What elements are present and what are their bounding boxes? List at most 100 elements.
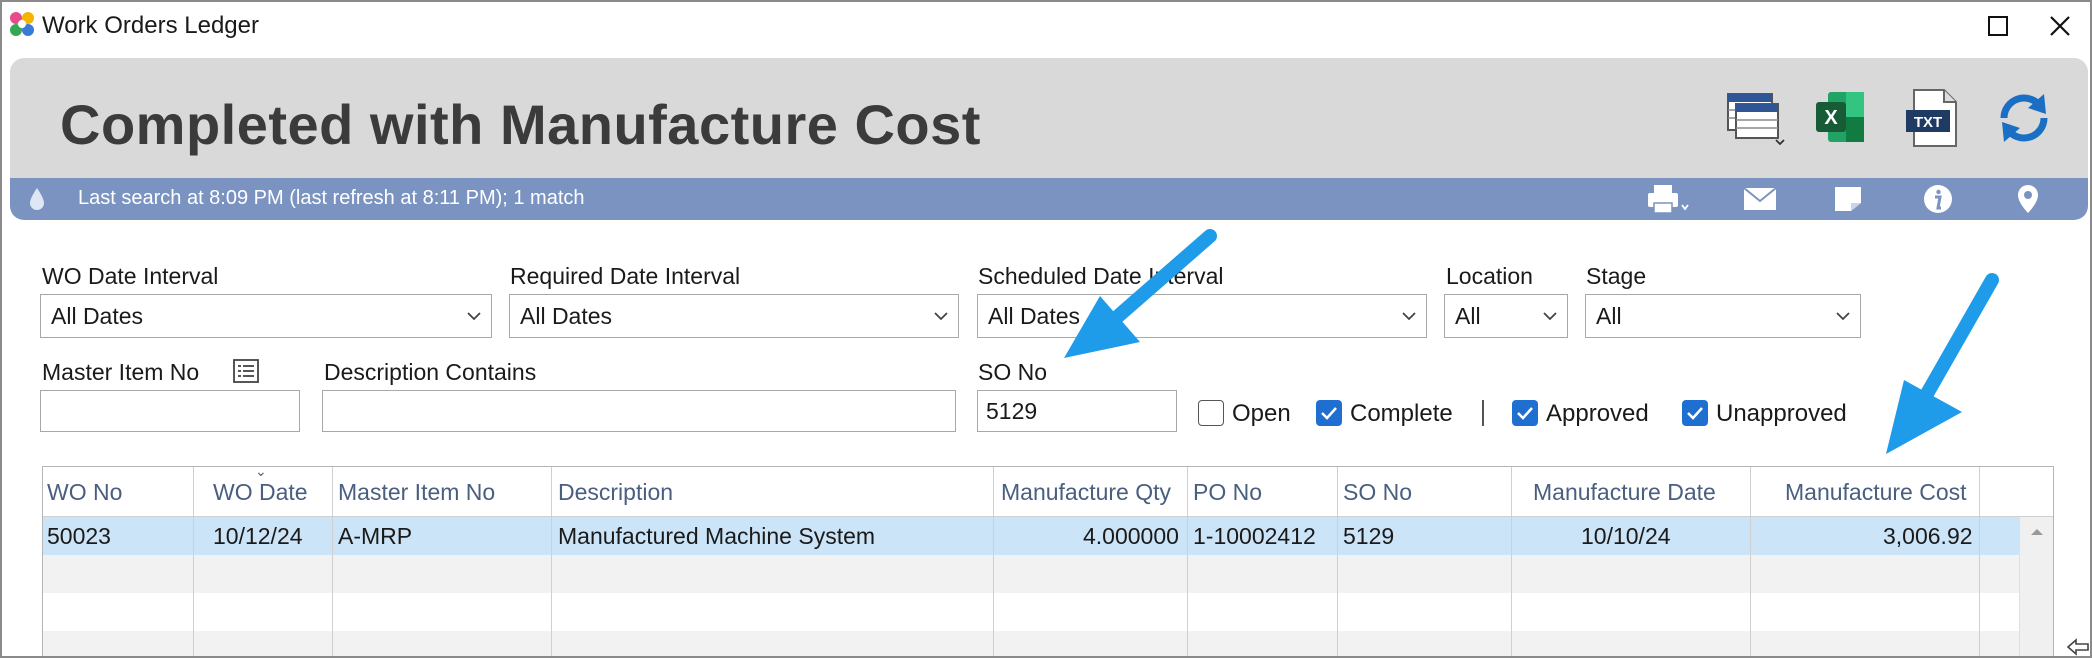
print-button[interactable] <box>1642 182 1694 216</box>
location-pin-icon <box>2018 185 2038 213</box>
stage-value: All <box>1596 303 1622 329</box>
column-header-manufacture-qty[interactable]: Manufacture Qty <box>1001 479 1171 506</box>
so-no-input[interactable]: 5129 <box>977 390 1177 432</box>
mail-button[interactable] <box>1734 182 1786 216</box>
excel-icon: X <box>1816 92 1864 142</box>
grid-layout-icon <box>1727 93 1785 146</box>
table-row[interactable]: 50023 10/12/24 A-MRP Manufactured Machin… <box>43 517 2019 555</box>
required-date-interval-label: Required Date Interval <box>510 263 741 289</box>
chevron-down-icon <box>1402 312 1416 321</box>
annotation-arrow-manufacture-cost <box>1886 273 1999 454</box>
approved-checkbox-label: Approved <box>1546 400 1649 427</box>
grid-layout-button[interactable] <box>1722 88 1786 148</box>
info-icon <box>1924 185 1952 213</box>
complete-checkbox-label: Complete <box>1350 400 1453 427</box>
column-divider <box>993 467 994 656</box>
cell-manufacture-cost: 3,006.92 <box>1883 523 1973 549</box>
open-checkbox-label: Open <box>1232 400 1291 427</box>
close-button[interactable] <box>2032 6 2088 46</box>
column-header-master-item-no[interactable]: Master Item No <box>338 479 495 506</box>
mail-icon <box>1743 187 1777 210</box>
wo-date-interval-label: WO Date Interval <box>42 263 219 289</box>
excel-export-button[interactable]: X <box>1810 88 1874 148</box>
column-header-description[interactable]: Description <box>558 479 673 506</box>
sort-descending-icon: ⌄ <box>255 466 267 479</box>
complete-checkbox[interactable] <box>1316 400 1342 426</box>
approved-checkbox[interactable] <box>1512 400 1538 426</box>
open-checkbox[interactable] <box>1198 400 1224 426</box>
empty-row <box>43 593 2019 631</box>
checkmark-icon <box>1687 407 1703 420</box>
column-header-po-no[interactable]: PO No <box>1193 479 1262 506</box>
scroll-up-icon <box>2031 529 2043 535</box>
list-lookup-icon <box>233 359 259 383</box>
column-header-manufacture-cost[interactable]: Manufacture Cost <box>1785 479 1967 506</box>
refresh-button[interactable] <box>1992 88 2056 148</box>
column-divider <box>551 467 552 656</box>
column-header-wo-date[interactable]: WO Date <box>213 479 308 506</box>
checkmark-icon <box>1321 407 1337 420</box>
column-divider <box>1750 467 1751 656</box>
status-text: Last search at 8:09 PM (last refresh at … <box>78 187 585 209</box>
location-value: All <box>1455 303 1481 329</box>
column-divider <box>1187 467 1188 656</box>
master-item-no-input[interactable] <box>40 390 300 432</box>
close-icon <box>2050 16 2070 36</box>
chevron-down-icon <box>1836 312 1850 321</box>
chevron-down-icon <box>1543 312 1557 321</box>
svg-text:TXT: TXT <box>1914 114 1942 131</box>
column-divider <box>1511 467 1512 656</box>
stage-select[interactable]: All <box>1585 294 1861 338</box>
wo-date-interval-select[interactable]: All Dates <box>40 294 492 338</box>
maximize-button[interactable] <box>1970 6 2026 46</box>
txt-export-icon: TXT <box>1906 89 1957 147</box>
checkmark-icon <box>1517 407 1533 420</box>
stage-label: Stage <box>1586 263 1647 289</box>
description-contains-label: Description Contains <box>324 359 537 385</box>
location-select[interactable]: All <box>1444 294 1568 338</box>
column-divider <box>193 467 194 656</box>
drop-icon <box>22 182 52 216</box>
app-window: Work Orders Ledger Completed with Manufa… <box>0 0 2092 658</box>
cell-po-no: 1-10002412 <box>1193 523 1316 549</box>
column-header-wo-no[interactable]: WO No <box>47 479 122 506</box>
empty-row <box>43 631 2019 656</box>
cell-manufacture-qty: 4.000000 <box>1083 523 1179 549</box>
page-header: Completed with Manufacture Cost X TXT <box>10 58 2088 178</box>
note-button[interactable] <box>1822 182 1874 216</box>
column-header-manufacture-date[interactable]: Manufacture Date <box>1533 479 1716 506</box>
chevron-down-icon <box>934 312 948 321</box>
work-orders-grid: WO No ⌄ WO Date Master Item No Descripti… <box>42 466 2054 656</box>
cell-manufacture-date: 10/10/24 <box>1581 523 1671 549</box>
column-divider <box>1337 467 1338 656</box>
required-date-interval-select[interactable]: All Dates <box>509 294 959 338</box>
item-lookup-button[interactable] <box>232 358 260 384</box>
svg-text:X: X <box>1824 107 1838 129</box>
resize-grip-icon[interactable] <box>2066 636 2092 658</box>
column-header-so-no[interactable]: SO No <box>1343 479 1412 506</box>
maximize-icon <box>1988 16 2008 36</box>
column-divider <box>1979 467 1980 656</box>
refresh-icon <box>2000 94 2048 142</box>
print-icon <box>1648 185 1689 214</box>
app-logo-icon <box>10 12 34 36</box>
cell-description: Manufactured Machine System <box>558 523 876 549</box>
vertical-scrollbar[interactable] <box>2019 517 2053 656</box>
grid-header: WO No ⌄ WO Date Master Item No Descripti… <box>43 467 2053 517</box>
description-contains-input[interactable] <box>322 390 956 432</box>
title-bar: Work Orders Ledger <box>2 2 2090 52</box>
master-item-no-label: Master Item No <box>42 359 200 385</box>
note-icon <box>1835 187 1861 211</box>
txt-export-button[interactable]: TXT <box>1900 88 1964 148</box>
required-date-interval-value: All Dates <box>520 303 613 329</box>
empty-row <box>43 555 2019 593</box>
info-button[interactable] <box>1912 182 1964 216</box>
location-label: Location <box>1446 263 1533 289</box>
column-divider <box>332 467 333 656</box>
unapproved-checkbox[interactable] <box>1682 400 1708 426</box>
annotation-arrow-so-no <box>1064 229 1217 358</box>
location-pin-button[interactable] <box>2002 182 2054 216</box>
unapproved-checkbox-label: Unapproved <box>1716 400 1847 427</box>
checkbox-divider <box>1482 400 1484 426</box>
wo-date-interval-value: All Dates <box>51 303 144 329</box>
